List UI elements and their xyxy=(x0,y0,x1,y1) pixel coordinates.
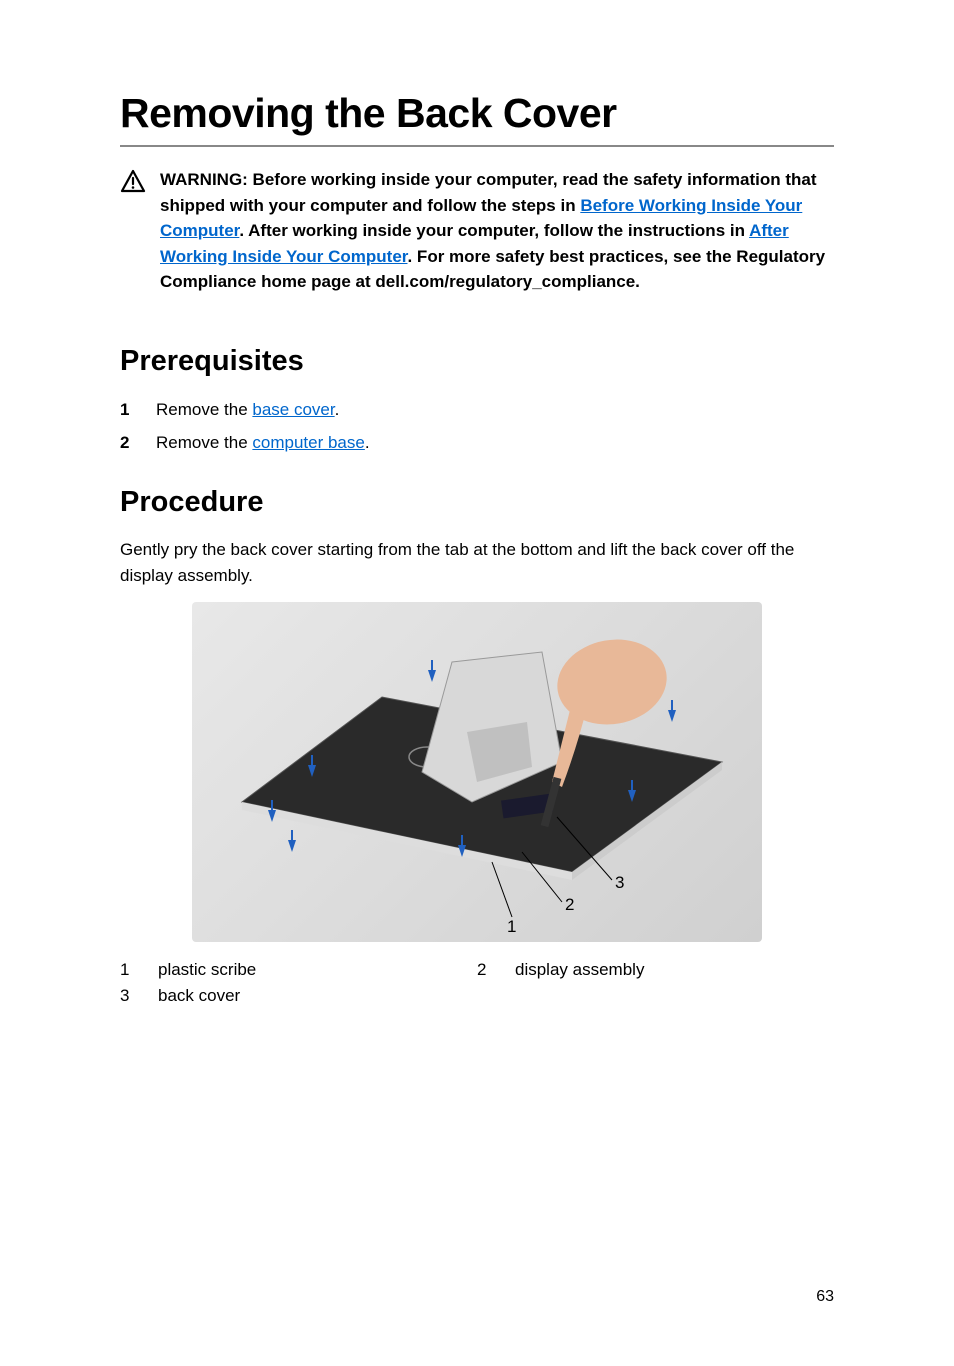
callout-number: 3 xyxy=(120,986,130,1006)
item-text: Remove the base cover. xyxy=(156,396,339,423)
item-number: 1 xyxy=(120,396,134,423)
prefix-text: Remove the xyxy=(156,433,252,452)
item-text: Remove the computer base. xyxy=(156,429,370,456)
page-title: Removing the Back Cover xyxy=(120,90,834,147)
warning-block: WARNING: Before working inside your comp… xyxy=(120,167,834,295)
callout-table: 1 plastic scribe 2 display assembly 3 ba… xyxy=(120,960,834,1006)
item-number: 2 xyxy=(120,429,134,456)
callout-cell: 2 display assembly xyxy=(477,960,834,980)
link-computer-base[interactable]: computer base xyxy=(252,433,364,452)
list-item: 1 Remove the base cover. xyxy=(120,396,834,423)
callout-cell: 1 plastic scribe xyxy=(120,960,477,980)
suffix-text: . xyxy=(365,433,370,452)
table-row: 3 back cover xyxy=(120,986,834,1006)
page-number: 63 xyxy=(816,1288,834,1306)
prefix-text: Remove the xyxy=(156,400,252,419)
procedure-text: Gently pry the back cover starting from … xyxy=(120,537,834,590)
svg-text:2: 2 xyxy=(565,895,574,914)
prerequisites-heading: Prerequisites xyxy=(120,345,834,378)
prerequisites-list: 1 Remove the base cover. 2 Remove the co… xyxy=(120,396,834,456)
svg-text:1: 1 xyxy=(507,917,516,936)
list-item: 2 Remove the computer base. xyxy=(120,429,834,456)
callout-cell: 3 back cover xyxy=(120,986,477,1006)
callout-number: 1 xyxy=(120,960,130,980)
procedure-figure: 1 2 3 xyxy=(120,602,834,942)
warning-text: WARNING: Before working inside your comp… xyxy=(160,167,834,295)
callout-label: back cover xyxy=(158,986,240,1006)
table-row: 1 plastic scribe 2 display assembly xyxy=(120,960,834,980)
warning-mid1: . After working inside your computer, fo… xyxy=(239,221,749,240)
warning-icon xyxy=(120,169,146,295)
svg-text:3: 3 xyxy=(615,873,624,892)
link-base-cover[interactable]: base cover xyxy=(252,400,334,419)
procedure-heading: Procedure xyxy=(120,486,834,519)
callout-label: display assembly xyxy=(515,960,644,980)
suffix-text: . xyxy=(335,400,340,419)
callout-label: plastic scribe xyxy=(158,960,256,980)
callout-number: 2 xyxy=(477,960,487,980)
figure-image: 1 2 3 xyxy=(192,602,762,942)
